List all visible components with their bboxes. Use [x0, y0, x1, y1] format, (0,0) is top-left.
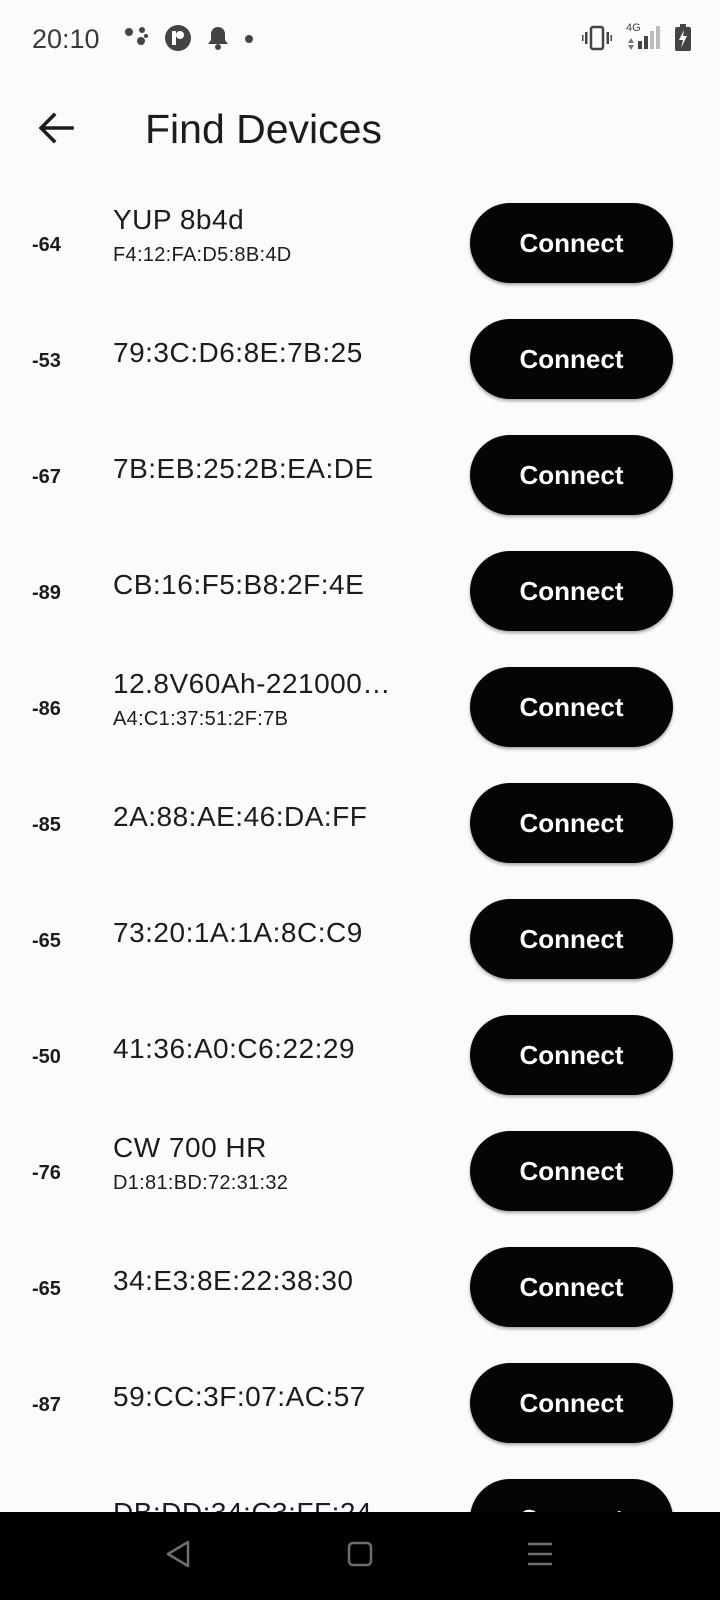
nav-back-button[interactable] — [156, 1534, 200, 1578]
device-rssi: -64 — [32, 234, 61, 256]
device-info: 12.8V60Ah-221000… A4:C1:37:51:2F:7B — [113, 668, 433, 731]
device-info: YUP 8b4d F4:12:FA:D5:8B:4D — [113, 204, 433, 267]
dot-icon — [244, 31, 254, 49]
device-row[interactable]: -64 YUP 8b4d F4:12:FA:D5:8B:4D Connect — [0, 190, 720, 306]
arrow-left-icon — [38, 112, 74, 149]
device-name: 41:36:A0:C6:22:29 — [113, 1033, 356, 1064]
device-row[interactable]: -65 73:20:1A:1A:8C:C9 Connect — [0, 886, 720, 1002]
device-rssi: -76 — [32, 1162, 61, 1184]
device-name: 34:E3:8E:22:38:30 — [113, 1265, 354, 1296]
device-rssi: -87 — [32, 1394, 61, 1416]
system-nav-bar — [0, 1512, 720, 1600]
device-row[interactable]: -91DB:DD:34:C3:FF:24Connect — [0, 1466, 720, 1512]
device-name: YUP 8b4d — [113, 204, 245, 235]
connect-button[interactable]: Connect — [470, 899, 673, 979]
connect-button[interactable]: Connect — [470, 667, 673, 747]
device-name: 2A:88:AE:46:DA:FF — [113, 801, 368, 832]
device-rssi: -65 — [32, 930, 61, 952]
connect-button[interactable]: Connect — [470, 203, 673, 283]
device-row[interactable]: -53 79:3C:D6:8E:7B:25 Connect — [0, 306, 720, 422]
page-title: Find Devices — [145, 106, 382, 152]
device-rssi: -53 — [32, 350, 61, 372]
app-p-icon — [164, 24, 192, 57]
device-row[interactable]: -85 2A:88:AE:46:DA:FF Connect — [0, 770, 720, 886]
device-info: 7B:EB:25:2B:EA:DE — [113, 453, 433, 485]
device-row[interactable]: -89 CB:16:F5:B8:2F:4E Connect — [0, 538, 720, 654]
connect-button[interactable]: Connect — [470, 1479, 673, 1512]
device-name: 79:3C:D6:8E:7B:25 — [113, 337, 363, 368]
device-rssi: -89 — [32, 582, 61, 604]
device-row[interactable]: -65 34:E3:8E:22:38:30 Connect — [0, 1234, 720, 1350]
device-name: 59:CC:3F:07:AC:57 — [113, 1381, 366, 1412]
device-row[interactable]: -50 41:36:A0:C6:22:29 Connect — [0, 1002, 720, 1118]
device-info: 34:E3:8E:22:38:30 — [113, 1265, 433, 1297]
device-name: 12.8V60Ah-221000… — [113, 668, 391, 699]
nav-recents-button[interactable] — [518, 1534, 562, 1578]
status-icons-left — [124, 24, 268, 57]
device-name: DB:DD:34:C3:FF:24 — [113, 1497, 433, 1512]
connect-button[interactable]: Connect — [470, 1363, 673, 1443]
device-list[interactable]: -64 YUP 8b4d F4:12:FA:D5:8B:4D Connect -53 79… — [0, 180, 720, 1512]
menu-lines-icon — [526, 1541, 554, 1572]
device-rssi: -85 — [32, 814, 61, 836]
device-info: 2A:88:AE:46:DA:FF — [113, 801, 433, 833]
connect-button[interactable]: Connect — [470, 319, 673, 399]
device-info: DB:DD:34:C3:FF:24 — [113, 1497, 433, 1512]
connect-button[interactable]: Connect — [470, 551, 673, 631]
app-bar: Find Devices — [0, 80, 720, 180]
back-button[interactable] — [28, 102, 84, 158]
connect-button[interactable]: Connect — [470, 435, 673, 515]
device-rssi: -50 — [32, 1046, 61, 1068]
connect-button[interactable]: Connect — [470, 1015, 673, 1095]
bell-icon — [206, 25, 230, 56]
device-info: 79:3C:D6:8E:7B:25 — [113, 337, 433, 369]
home-square-icon — [347, 1541, 373, 1572]
status-bar: 20:10 4G — [0, 0, 720, 80]
device-rssi: -65 — [32, 1278, 61, 1300]
device-info: CW 700 HR D1:81:BD:72:31:32 — [113, 1132, 433, 1195]
device-info: CB:16:F5:B8:2F:4E — [113, 569, 433, 601]
device-mac-address: F4:12:FA:D5:8B:4D — [113, 244, 292, 266]
status-time: 20:10 — [32, 24, 100, 54]
back-triangle-icon — [164, 1539, 192, 1574]
connect-button[interactable]: Connect — [470, 1131, 673, 1211]
device-name: 7B:EB:25:2B:EA:DE — [113, 453, 374, 484]
vibrate-icon — [582, 25, 612, 56]
signal-icon: 4G — [626, 21, 660, 56]
device-row[interactable]: -86 12.8V60Ah-221000… A4:C1:37:51:2F:7B Con… — [0, 654, 720, 770]
assistant-dots-icon — [124, 25, 150, 56]
connect-button[interactable]: Connect — [470, 1247, 673, 1327]
status-icons-right: 4G — [568, 21, 692, 57]
nav-home-button[interactable] — [338, 1534, 382, 1578]
device-info: 73:20:1A:1A:8C:C9 — [113, 917, 433, 949]
device-info: 59:CC:3F:07:AC:57 — [113, 1381, 433, 1413]
device-name: 73:20:1A:1A:8C:C9 — [113, 917, 363, 948]
device-rssi: -67 — [32, 466, 61, 488]
network-type-label: 4G — [626, 21, 641, 34]
device-mac-address: D1:81:BD:72:31:32 — [113, 1172, 289, 1194]
device-info: 41:36:A0:C6:22:29 — [113, 1033, 433, 1065]
device-name: CB:16:F5:B8:2F:4E — [113, 569, 365, 600]
connect-button[interactable]: Connect — [470, 783, 673, 863]
device-rssi: -86 — [32, 698, 61, 720]
battery-charging-icon — [674, 23, 692, 57]
device-row[interactable]: -76 CW 700 HR D1:81:BD:72:31:32 Connect — [0, 1118, 720, 1234]
device-name: CW 700 HR — [113, 1132, 267, 1163]
device-row[interactable]: -87 59:CC:3F:07:AC:57 Connect — [0, 1350, 720, 1466]
device-row[interactable]: -67 7B:EB:25:2B:EA:DE Connect — [0, 422, 720, 538]
device-mac-address: A4:C1:37:51:2F:7B — [113, 708, 289, 730]
